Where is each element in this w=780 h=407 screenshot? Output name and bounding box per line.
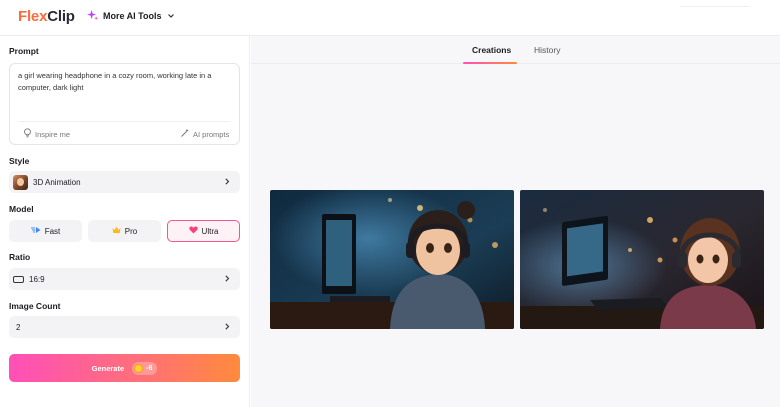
generate-button[interactable]: Generate -6 xyxy=(9,354,240,382)
ai-prompts-button[interactable]: AI prompts xyxy=(180,128,229,140)
prompt-label: Prompt xyxy=(9,46,39,56)
generated-image-2[interactable] xyxy=(520,190,764,329)
inspire-me-button[interactable]: Inspire me xyxy=(23,128,70,140)
ratio-value: 16:9 xyxy=(29,274,45,284)
style-label: Style xyxy=(9,156,30,166)
chevron-down-icon xyxy=(167,12,175,20)
active-tab-indicator xyxy=(463,62,517,64)
more-ai-tools-menu[interactable]: More AI Tools xyxy=(87,10,175,21)
chevron-right-icon xyxy=(223,274,231,285)
chevron-right-icon xyxy=(223,322,231,333)
crown-icon xyxy=(112,226,121,236)
model-ultra-label: Ultra xyxy=(201,226,219,236)
magic-wand-icon xyxy=(180,128,190,140)
generated-image-1-art xyxy=(270,190,514,329)
model-fast-button[interactable]: Fast xyxy=(9,220,82,242)
fast-icon xyxy=(30,226,41,236)
ai-prompts-label: AI prompts xyxy=(193,129,230,139)
logo-suffix: Clip xyxy=(47,7,75,25)
lightbulb-icon xyxy=(23,128,32,140)
top-header: FlexClip More AI Tools xyxy=(0,0,780,36)
style-thumbnail xyxy=(13,174,28,190)
tab-history[interactable]: History xyxy=(534,45,560,55)
sparkle-icon xyxy=(87,10,98,21)
style-selector[interactable]: 3D Animation xyxy=(9,171,240,193)
logo-prefix: Flex xyxy=(18,7,48,25)
tab-creations[interactable]: Creations xyxy=(472,45,511,55)
image-count-selector[interactable]: 2 xyxy=(9,316,240,338)
credit-cost-badge: -6 xyxy=(132,361,158,375)
image-count-label: Image Count xyxy=(9,301,61,311)
results-panel: Creations History xyxy=(251,36,780,407)
chevron-right-icon xyxy=(223,177,231,188)
flexclip-logo[interactable]: FlexClip xyxy=(18,5,75,27)
coin-icon xyxy=(134,363,144,373)
image-count-value: 2 xyxy=(16,322,21,332)
style-value: 3D Animation xyxy=(33,177,81,187)
model-pro-label: Pro xyxy=(124,226,138,236)
model-label: Model xyxy=(9,204,34,214)
generated-image-1[interactable] xyxy=(270,190,514,329)
generate-label: Generate xyxy=(91,363,125,373)
inspire-me-label: Inspire me xyxy=(35,129,71,139)
results-tabs: Creations History xyxy=(251,36,780,64)
logo-text: FlexClip xyxy=(18,8,75,25)
ratio-label: Ratio xyxy=(9,252,31,262)
aspect-ratio-icon xyxy=(13,275,24,283)
model-pro-button[interactable]: Pro xyxy=(88,220,161,242)
model-fast-label: Fast xyxy=(44,226,61,236)
generated-image-2-art xyxy=(520,190,764,329)
heart-icon xyxy=(188,226,198,236)
model-ultra-button[interactable]: Ultra xyxy=(167,220,240,242)
ratio-selector[interactable]: 16:9 xyxy=(9,268,240,290)
credit-cost: -6 xyxy=(146,364,153,372)
prompt-text[interactable]: a girl wearing headphone in a cozy room,… xyxy=(18,70,232,94)
generation-settings-panel: Prompt a girl wearing headphone in a coz… xyxy=(0,36,250,407)
prompt-input[interactable]: a girl wearing headphone in a cozy room,… xyxy=(9,63,240,145)
more-ai-tools-label: More AI Tools xyxy=(103,10,162,21)
prompt-divider xyxy=(18,121,231,122)
header-right-divider xyxy=(680,2,750,7)
